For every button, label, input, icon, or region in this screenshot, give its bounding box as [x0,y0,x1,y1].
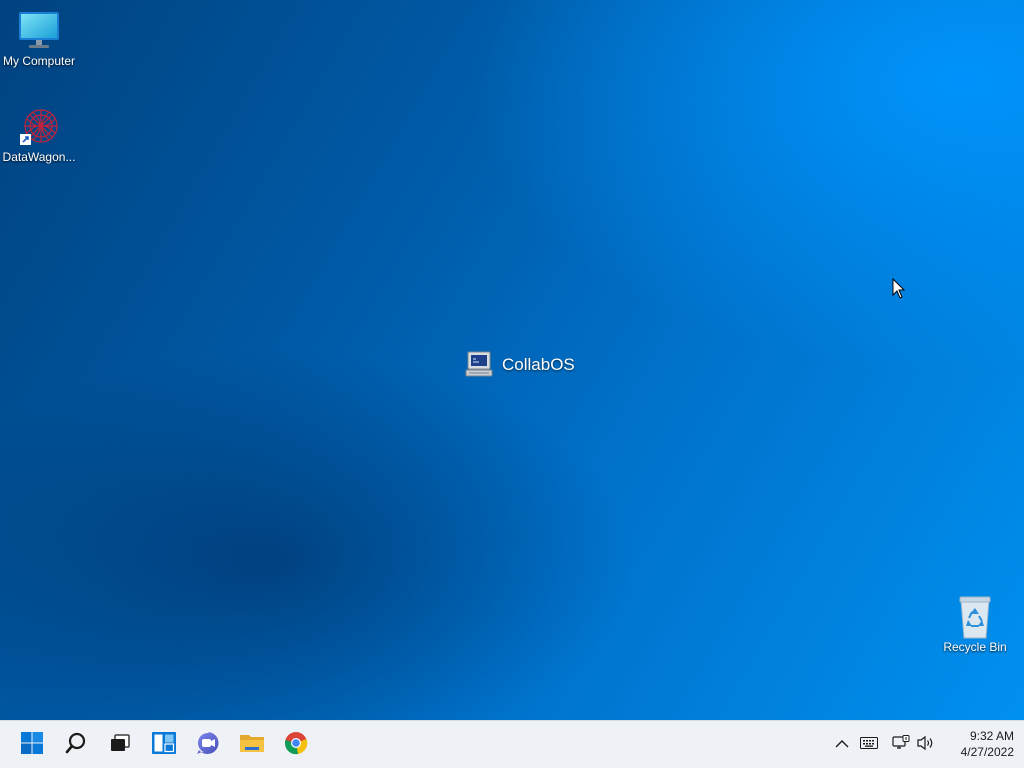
desktop-icon-label: Recycle Bin [943,640,1007,654]
widgets-icon [151,730,177,761]
network-button[interactable] [890,733,912,757]
desktop-icon-my-computer[interactable]: My Computer [0,8,78,68]
collabos-label: CollabOS [502,355,575,374]
start-button[interactable] [16,729,48,761]
computer-terminal-icon [464,350,494,380]
taskbar: 9:32 AM 4/27/2022 [0,720,1024,768]
desktop-icon-label: My Computer [2,54,76,68]
file-explorer-button[interactable] [236,729,268,761]
volume-icon [917,735,935,756]
desktop[interactable]: My Computer DataWagon... Recycle Bin Col… [0,0,1024,720]
network-icon [892,734,910,756]
chevron-up-icon [835,736,849,754]
folder-icon [239,731,265,760]
clock-time: 9:32 AM [969,729,1014,743]
windows-start-icon [20,731,44,760]
mouse-cursor-icon [892,277,906,300]
search-icon [64,731,88,760]
touch-keyboard-button[interactable] [858,733,880,757]
search-button[interactable] [60,729,92,761]
show-hidden-icons-button[interactable] [831,733,853,757]
desktop-icon-recycle-bin[interactable]: Recycle Bin [936,594,1014,654]
task-view-icon [108,731,132,760]
monitor-icon [17,8,61,52]
clock[interactable]: 9:32 AM 4/27/2022 [940,728,1014,760]
collabos-item[interactable]: CollabOS [464,350,575,380]
widgets-button[interactable] [148,729,180,761]
desktop-icon-datawagon[interactable]: DataWagon... [0,104,78,164]
clock-date: 4/27/2022 [960,745,1014,759]
chrome-button[interactable] [280,729,312,761]
task-view-button[interactable] [104,729,136,761]
desktop-icon-label: DataWagon... [2,150,76,164]
chrome-icon [284,731,308,760]
datawagon-icon [17,104,61,148]
recycle-bin-icon [953,594,997,639]
volume-button[interactable] [915,733,937,757]
chat-button[interactable] [192,729,224,761]
keyboard-icon [860,736,878,754]
teams-chat-icon [195,730,221,761]
